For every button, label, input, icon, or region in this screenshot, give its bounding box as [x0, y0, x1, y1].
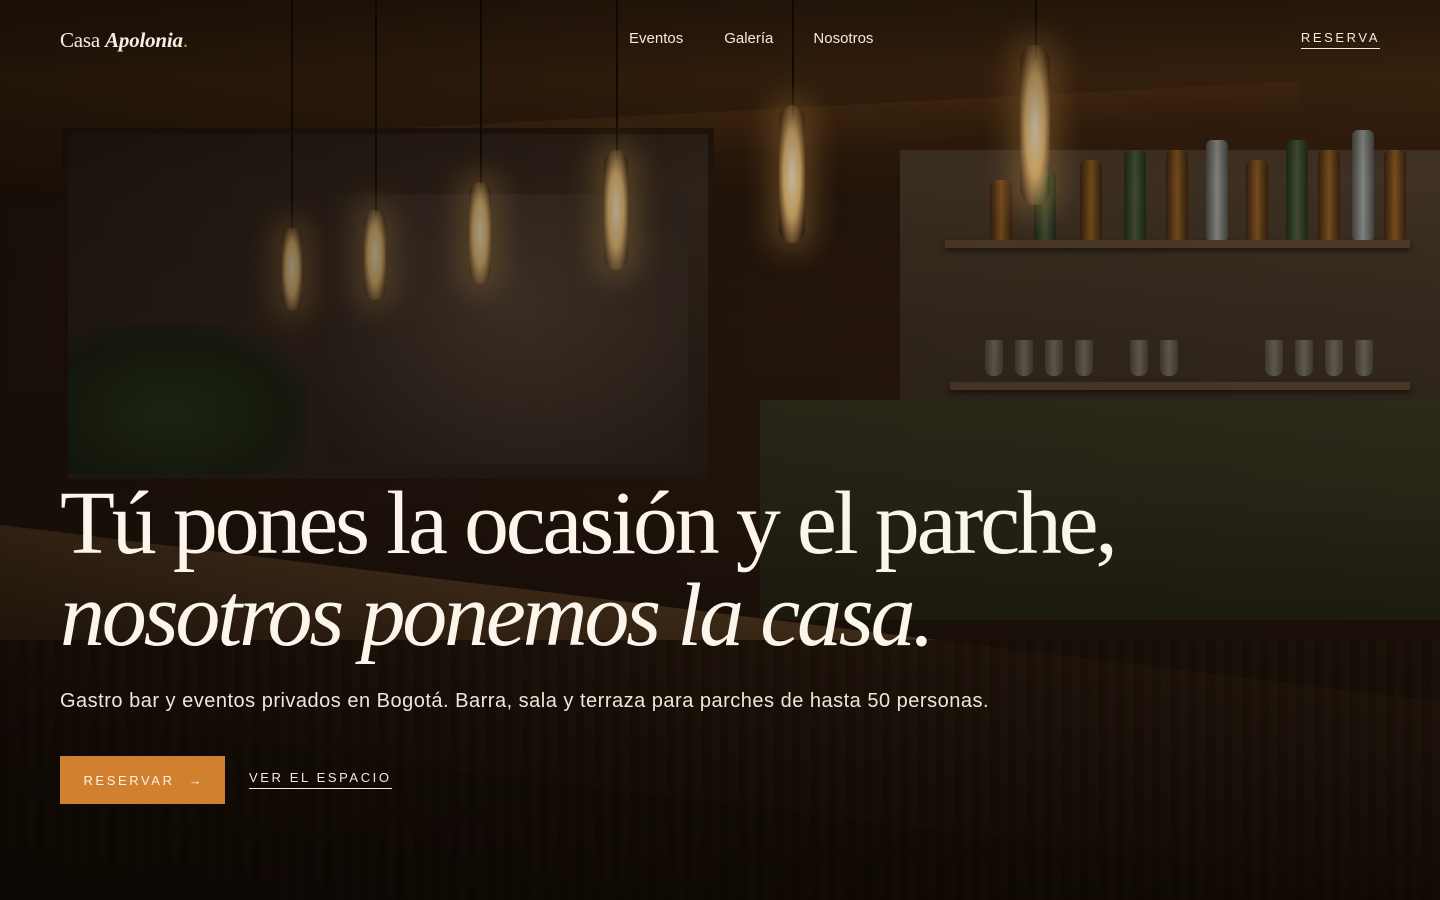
hero-headline-line2: nosotros ponemos la casa.	[60, 566, 935, 665]
logo-brand: Apolonia	[105, 28, 183, 52]
nav-link-nosotros[interactable]: Nosotros	[813, 30, 873, 47]
hero-headline-line1: Tú pones la ocasión y el parche,	[60, 474, 1118, 573]
nav-link-galeria[interactable]: Galería	[724, 30, 773, 47]
hero-subtitle: Gastro bar y eventos privados en Bogotá.…	[60, 690, 989, 712]
reservar-button-label: RESERVAR	[83, 772, 175, 788]
logo-dot: .	[182, 28, 188, 52]
nav-link-eventos[interactable]: Eventos	[629, 30, 683, 47]
ver-espacio-link[interactable]: VER EL ESPACIO	[249, 770, 392, 789]
reservar-button[interactable]: RESERVAR →	[60, 756, 225, 804]
hero-headline: Tú pones la ocasión y el parche, nosotro…	[60, 478, 1118, 665]
header-reserve-link[interactable]: RESERVA	[1300, 30, 1380, 49]
main-nav: Eventos Galería Nosotros	[629, 30, 873, 47]
arrow-right-icon: →	[188, 772, 202, 788]
logo[interactable]: Casa Apolonia.	[60, 28, 188, 53]
logo-prefix: Casa	[60, 28, 101, 52]
